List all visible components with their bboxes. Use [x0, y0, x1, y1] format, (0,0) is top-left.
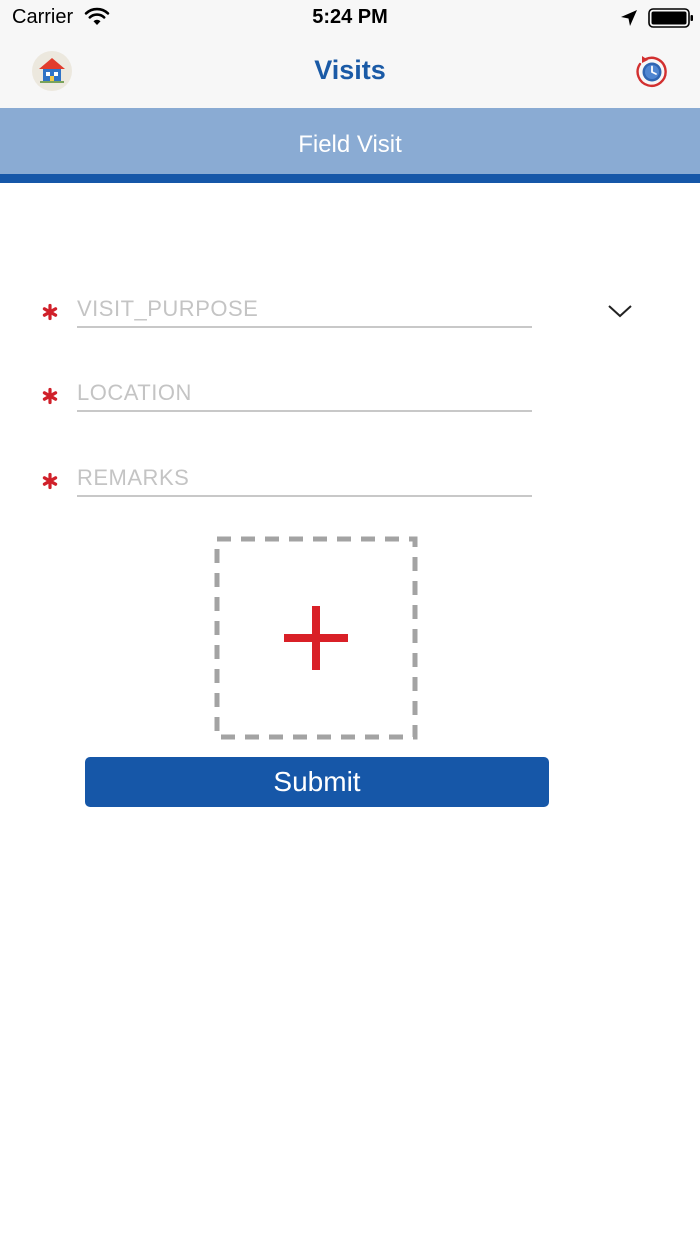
- visit-purpose-select[interactable]: [77, 292, 532, 328]
- remarks-input[interactable]: [77, 461, 532, 497]
- location-field: [0, 366, 700, 426]
- section-header: Field Visit: [0, 108, 700, 174]
- section-divider: [0, 174, 700, 183]
- chevron-down-icon[interactable]: [606, 302, 634, 320]
- plus-icon: [284, 606, 348, 670]
- status-bar: Carrier 5:24 PM: [0, 0, 700, 36]
- location-input[interactable]: [77, 376, 532, 412]
- history-clock-icon[interactable]: [632, 52, 672, 92]
- add-photo-button[interactable]: [214, 536, 418, 740]
- location-arrow-icon: [621, 10, 637, 26]
- page-title: Visits: [314, 55, 386, 85]
- required-asterisk-icon: [42, 387, 58, 405]
- section-title: Field Visit: [298, 131, 402, 158]
- submit-button[interactable]: Submit: [85, 757, 549, 807]
- status-time: 5:24 PM: [312, 6, 388, 28]
- nav-bar: Visits: [0, 36, 700, 108]
- visit-purpose-field: [0, 282, 700, 342]
- required-asterisk-icon: [42, 472, 58, 490]
- remarks-field: [0, 451, 700, 511]
- required-asterisk-icon: [42, 303, 58, 321]
- battery-icon: [648, 8, 693, 28]
